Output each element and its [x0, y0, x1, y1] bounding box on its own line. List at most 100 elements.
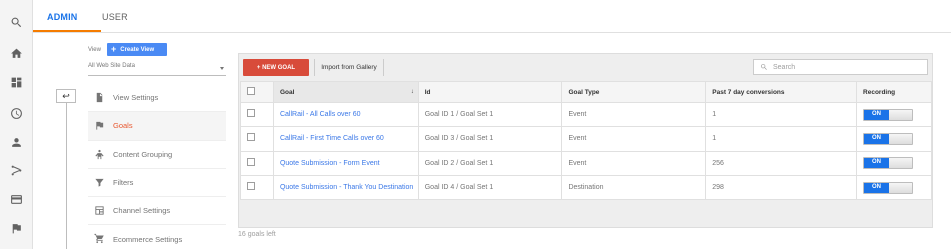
column-header-id[interactable]: Id — [417, 81, 563, 103]
toggle-knob — [889, 109, 913, 120]
goal-id: Goal ID 2 / Goal Set 1 — [417, 150, 563, 176]
column-header-recording[interactable]: Recording — [856, 81, 932, 103]
recording-cell: ON — [856, 150, 932, 176]
row-checkbox[interactable] — [247, 109, 255, 118]
caret-down-icon — [220, 67, 224, 70]
goal-name-link[interactable]: Quote Submission - Thank You Destination — [272, 174, 419, 201]
view-dropdown[interactable]: All Web Site Data — [88, 63, 226, 76]
table-row: Quote Submission - Form Event Goal ID 2 … — [240, 150, 932, 176]
goals-left-count: 16 goals left — [238, 231, 276, 238]
toggle-on-label: ON — [864, 109, 890, 120]
recording-cell: ON — [856, 126, 932, 152]
goal-name-link[interactable]: CallRail - All Calls over 60 — [272, 101, 419, 128]
create-view-button[interactable]: + Create View — [107, 43, 167, 56]
goal-name-link[interactable]: CallRail - First Time Calls over 60 — [272, 126, 419, 152]
flag-icon[interactable] — [0, 216, 33, 240]
nav-item-label: Filters — [113, 178, 134, 188]
goal-type: Destination — [561, 174, 707, 201]
goal-conversions: 256 — [705, 150, 858, 176]
plus-icon: + — [111, 44, 117, 54]
goals-panel: + NEW GOAL Import from Gallery Search Go… — [238, 53, 933, 228]
column-header-conversions[interactable]: Past 7 day conversions — [705, 81, 858, 103]
nav-item-label: View Settings — [113, 93, 159, 103]
left-rail — [0, 0, 33, 249]
toggle-on-label: ON — [864, 158, 890, 169]
recording-toggle[interactable]: ON — [863, 108, 914, 121]
goal-conversions: 298 — [705, 174, 858, 201]
nav-item-label: Channel Settings — [113, 206, 171, 216]
view-label: View — [88, 47, 101, 53]
import-from-gallery-button[interactable]: Import from Gallery — [314, 59, 384, 76]
cart-icon — [94, 233, 105, 244]
goal-conversions: 1 — [705, 101, 858, 128]
recording-cell: ON — [856, 174, 932, 201]
nav-item-content-grouping[interactable]: Content Grouping — [88, 141, 226, 169]
column-header-goal[interactable]: Goal ↓ — [272, 81, 419, 103]
toggle-on-label: ON — [864, 133, 890, 144]
select-all-checkbox[interactable] — [247, 87, 255, 95]
toggle-knob — [889, 133, 913, 144]
tab-admin[interactable]: ADMIN — [47, 12, 78, 22]
view-settings-nav: View Settings Goals Content Grouping Fil… — [88, 84, 226, 249]
goal-type: Event — [561, 101, 707, 128]
row-select-cell — [240, 174, 274, 201]
nav-item-label: Ecommerce Settings — [113, 234, 183, 244]
recording-cell: ON — [856, 101, 932, 128]
create-view-label: Create View — [120, 46, 155, 53]
row-checkbox[interactable] — [247, 181, 255, 190]
column-header-label: Goal — [279, 88, 295, 96]
recording-toggle[interactable]: ON — [863, 157, 914, 170]
search-box[interactable]: Search — [753, 59, 928, 75]
search-input[interactable]: Search — [773, 64, 795, 71]
recording-toggle[interactable]: ON — [863, 181, 914, 194]
nav-item-channel-settings[interactable]: Channel Settings — [88, 197, 226, 226]
table-row: CallRail - First Time Calls over 60 Goal… — [240, 126, 932, 152]
dashboard-icon[interactable] — [0, 70, 33, 94]
goal-name-link[interactable]: Quote Submission - Form Event — [272, 150, 419, 176]
toggle-on-label: ON — [864, 182, 890, 193]
select-all-cell — [240, 81, 274, 103]
goals-table: Goal ↓ Id Goal Type Past 7 day conversion… — [240, 81, 932, 201]
conversions-icon[interactable] — [0, 187, 33, 211]
row-select-cell — [240, 126, 274, 152]
new-goal-button[interactable]: + NEW GOAL — [243, 59, 309, 76]
nav-item-filters[interactable]: Filters — [88, 169, 226, 198]
goal-id: Goal ID 1 / Goal Set 1 — [417, 101, 563, 128]
nav-item-goals[interactable]: Goals — [88, 112, 226, 141]
table-header-row: Goal ↓ Id Goal Type Past 7 day conversion… — [240, 81, 932, 103]
home-icon[interactable] — [0, 41, 33, 65]
row-select-cell — [240, 101, 274, 128]
nav-item-ecommerce-settings[interactable]: Ecommerce Settings — [88, 225, 226, 249]
nav-divider-line — [66, 103, 67, 249]
goal-type: Event — [561, 150, 707, 176]
ga-admin-goals-page: ADMIN USER View + Create View All Web Si… — [0, 0, 951, 249]
nav-item-view-settings[interactable]: View Settings — [88, 84, 226, 113]
behavior-icon[interactable] — [0, 158, 33, 182]
toggle-knob — [889, 158, 913, 169]
goals-toolbar: + NEW GOAL Import from Gallery Search — [239, 54, 932, 81]
goal-type: Event — [561, 126, 707, 152]
row-checkbox[interactable] — [247, 133, 255, 142]
document-icon — [94, 92, 105, 103]
goal-conversions: 1 — [705, 126, 858, 152]
tab-user[interactable]: USER — [102, 12, 128, 22]
filter-icon — [94, 177, 105, 188]
goal-id: Goal ID 4 / Goal Set 1 — [417, 174, 563, 201]
channel-icon — [94, 205, 105, 216]
active-tab-indicator — [33, 30, 101, 32]
person-icon[interactable] — [0, 130, 33, 154]
recording-toggle[interactable]: ON — [863, 132, 914, 145]
table-row: CallRail - All Calls over 60 Goal ID 1 /… — [240, 101, 932, 128]
flag-icon — [94, 120, 105, 131]
person-group-icon — [94, 149, 105, 160]
search-icon[interactable] — [0, 10, 33, 34]
clock-icon[interactable] — [0, 101, 33, 125]
toggle-knob — [889, 182, 913, 193]
column-header-goal-type[interactable]: Goal Type — [561, 81, 707, 103]
admin-tabs: ADMIN USER — [33, 0, 951, 33]
row-checkbox[interactable] — [247, 157, 255, 166]
back-arrow-icon[interactable]: ↩ — [56, 89, 76, 103]
view-dropdown-value: All Web Site Data — [88, 63, 135, 69]
goal-id: Goal ID 3 / Goal Set 1 — [417, 126, 563, 152]
nav-item-label: Content Grouping — [113, 149, 173, 159]
